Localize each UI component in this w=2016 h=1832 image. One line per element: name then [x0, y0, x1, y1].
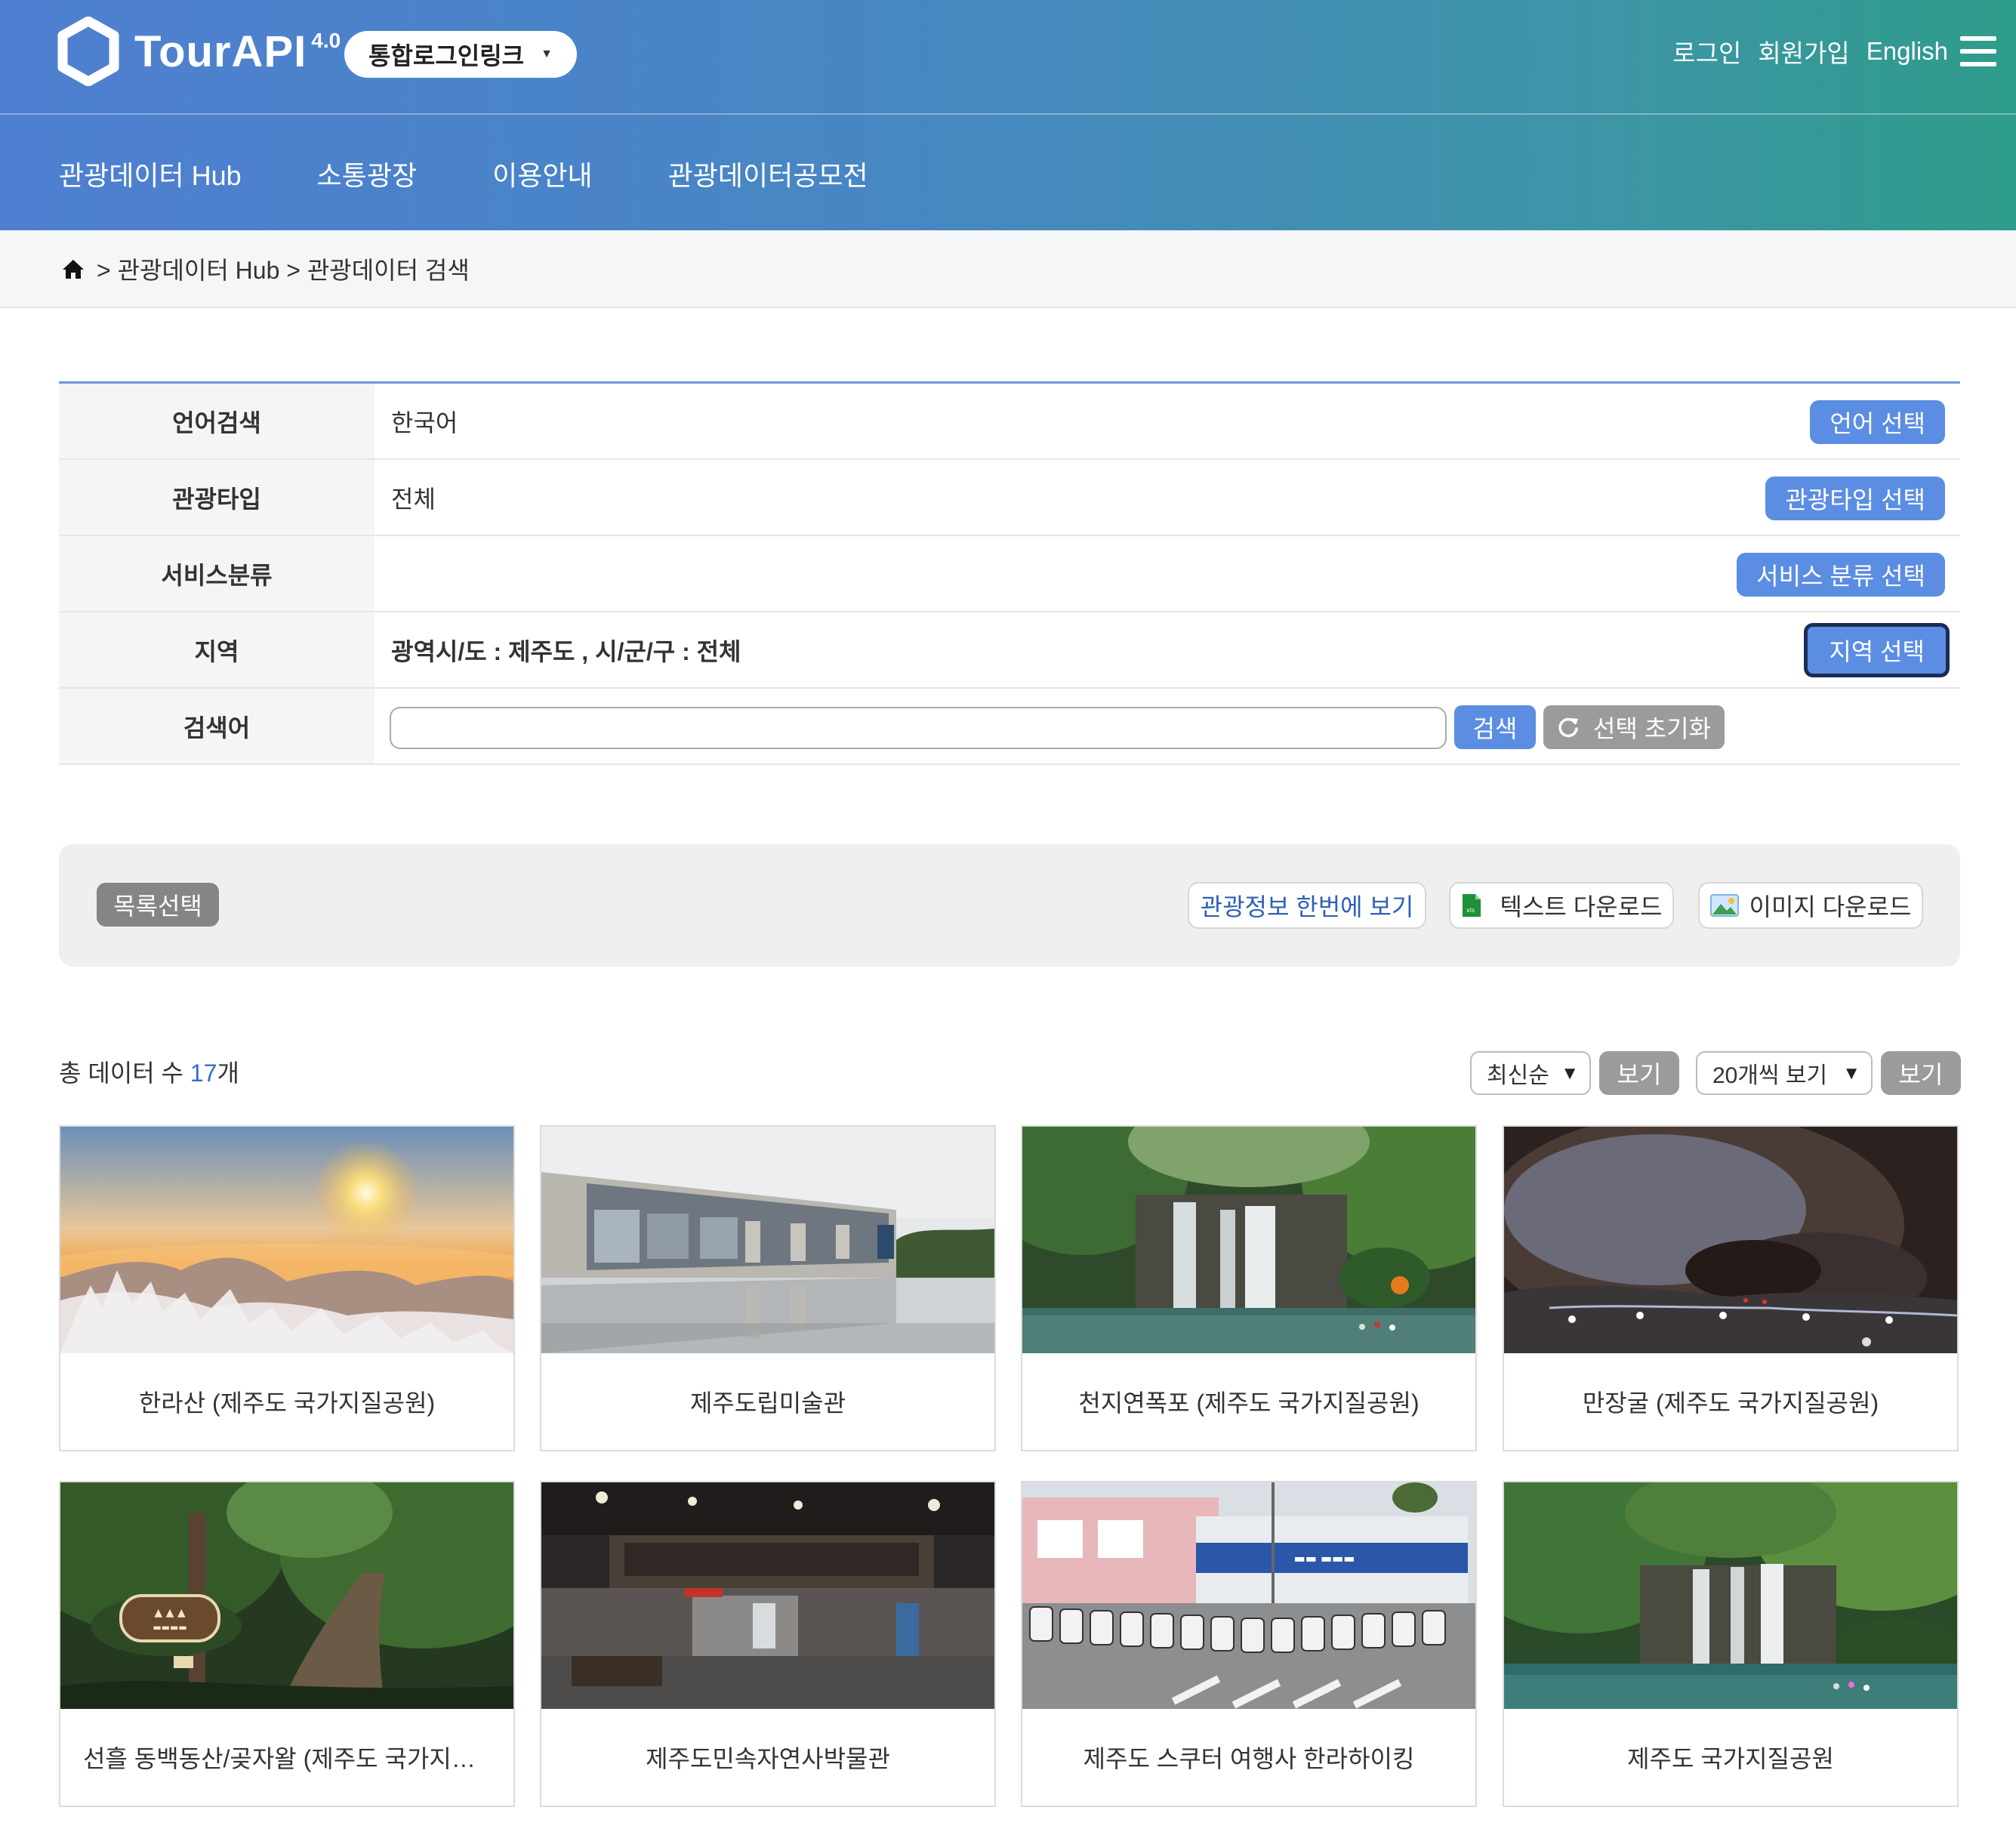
form-label: 서비스분류 [59, 536, 375, 611]
tour-type-select-button[interactable]: 관광타입 선택 [1765, 477, 1945, 520]
nav-item-data-hub[interactable]: 관광데이터 Hub [59, 154, 242, 193]
search-button[interactable]: 검색 [1454, 705, 1536, 749]
form-row-tour-type: 관광타입 전체 관광타입 선택 [59, 460, 1960, 536]
caret-down-icon: ▼ [1842, 1063, 1860, 1084]
museum-reflecting-pool-image [541, 1127, 994, 1353]
hexagon-logo-icon [57, 17, 119, 86]
tour-card[interactable]: ▲ ▲ ▲ ▬▬▬▬ 선흘 동백동산/곶자왈 (제주도 국가지질공원) [59, 1481, 515, 1807]
sort-view-button[interactable]: 보기 [1599, 1051, 1679, 1095]
language-select-button[interactable]: 언어 선택 [1810, 400, 1945, 444]
svg-text:▬▬ ▬▬▬: ▬▬ ▬▬▬ [1294, 1551, 1355, 1565]
form-row-region: 지역 광역시/도 : 제주도 , 시/군/구 : 전체 지역 선택 [59, 612, 1960, 689]
page-size-view-button[interactable]: 보기 [1881, 1051, 1961, 1095]
museum-interior-image [541, 1482, 994, 1709]
nav-item-contest[interactable]: 관광데이터공모전 [668, 154, 868, 193]
nav-item-community[interactable]: 소통광장 [317, 154, 417, 193]
excel-file-icon: xls [1462, 894, 1481, 917]
image-download-label: 이미지 다운로드 [1749, 893, 1912, 921]
image-download-button[interactable]: 이미지 다운로드 [1698, 882, 1923, 929]
card-title: 제주도 스쿠터 여행사 한라하이킹 [1083, 1745, 1415, 1772]
view-all-info-button[interactable]: 관광정보 한번에 보기 [1188, 882, 1426, 929]
scooter-rental-shop-image: ▬▬ ▬▬▬ [1022, 1482, 1475, 1709]
caret-down-icon: ▼ [541, 48, 553, 60]
language-value: 한국어 [391, 409, 458, 436]
main-nav: 관광데이터 Hub 소통광장 이용안내 관광데이터공모전 [0, 116, 2016, 230]
sso-link-dropdown[interactable]: 통합로그인링크 ▼ [344, 31, 577, 78]
card-title: 제주도민속자연사박물관 [646, 1745, 890, 1772]
tour-card[interactable]: 천지연폭포 (제주도 국가지질공원) [1021, 1125, 1477, 1451]
svg-text:xls: xls [1466, 907, 1475, 914]
card-title: 제주도립미술관 [689, 1389, 846, 1417]
lava-cave-image [1504, 1127, 1957, 1353]
logo-version: 4.0 [311, 29, 341, 52]
sunrise-over-clouds-image [60, 1127, 513, 1353]
total-count-text: 총 데이터 수 17개 [59, 1054, 239, 1089]
card-title: 만장굴 (제주도 국가지질공원) [1582, 1389, 1879, 1417]
region-value: 광역시/도 : 제주도 , 시/군/구 : 전체 [391, 637, 741, 665]
sso-link-label: 통합로그인링크 [368, 42, 525, 69]
image-file-icon [1709, 894, 1739, 917]
card-title: 천지연폭포 (제주도 국가지질공원) [1078, 1389, 1420, 1417]
nav-item-guide[interactable]: 이용안내 [492, 154, 592, 193]
region-select-button[interactable]: 지역 선택 [1804, 623, 1950, 677]
breadcrumb-path: > 관광데이터 Hub > 관광데이터 검색 [97, 256, 470, 284]
list-action-bar: 목록선택 관광정보 한번에 보기 xls 텍스트 다운로드 이미지 다운로드 [59, 844, 1960, 967]
page-size-select[interactable]: 20개씩 보기 ▼ [1696, 1051, 1873, 1095]
top-bar: TourAPI 4.0 통합로그인링크 ▼ 로그인 회원가입 English [0, 0, 2016, 115]
total-suffix: 개 [217, 1059, 239, 1087]
form-row-service-category: 서비스분류 서비스 분류 선택 [59, 536, 1960, 612]
refresh-icon [1558, 717, 1578, 738]
tour-card[interactable]: 한라산 (제주도 국가지질공원) [59, 1125, 515, 1451]
sort-order-value: 최신순 [1487, 1063, 1549, 1088]
tour-card[interactable]: 제주도 국가지질공원 [1503, 1481, 1959, 1807]
breadcrumb: > 관광데이터 Hub > 관광데이터 검색 [0, 230, 2016, 308]
list-select-button[interactable]: 목록선택 [97, 883, 219, 927]
total-prefix: 총 데이터 수 [59, 1059, 190, 1087]
forest-trail-sign-image: ▲ ▲ ▲ ▬▬▬▬ [60, 1482, 513, 1709]
form-label: 관광타입 [59, 460, 375, 535]
tour-card[interactable]: ▬▬ ▬▬▬ 제주도 스쿠터 여행사 한라하이킹 [1021, 1481, 1477, 1807]
logo-text: TourAPI [134, 26, 307, 76]
signup-link[interactable]: 회원가입 [1758, 33, 1849, 69]
site-logo[interactable]: TourAPI 4.0 [57, 15, 341, 88]
form-label: 언어검색 [59, 384, 375, 458]
home-icon[interactable] [62, 258, 85, 279]
tour-type-value: 전체 [391, 485, 436, 513]
card-title: 제주도 국가지질공원 [1627, 1745, 1834, 1772]
search-form: 언어검색 한국어 언어 선택 관광타입 전체 관광타입 선택 서비스분류 서비스… [59, 381, 1960, 765]
english-link[interactable]: English [1866, 37, 1948, 66]
svg-text:▬▬▬▬: ▬▬▬▬ [153, 1622, 186, 1633]
total-count-number: 17 [190, 1059, 217, 1087]
search-input[interactable] [390, 707, 1447, 749]
tour-card[interactable]: 만장굴 (제주도 국가지질공원) [1503, 1125, 1959, 1451]
form-label: 지역 [59, 612, 375, 687]
utility-links: 로그인 회원가입 English [1656, 30, 1948, 72]
form-row-language: 언어검색 한국어 언어 선택 [59, 384, 1960, 460]
reset-selection-button[interactable]: 선택 초기화 [1543, 705, 1725, 749]
tour-card[interactable]: 제주도민속자연사박물관 [540, 1481, 996, 1807]
waterfall-pool-image [1504, 1482, 1957, 1709]
page-size-value: 20개씩 보기 [1712, 1063, 1828, 1088]
card-title: 한라산 (제주도 국가지질공원) [138, 1389, 436, 1417]
waterfall-forest-image [1022, 1127, 1475, 1353]
hamburger-menu-icon[interactable] [1960, 36, 1996, 66]
form-label: 검색어 [59, 689, 375, 763]
text-download-button[interactable]: xls 텍스트 다운로드 [1449, 882, 1674, 929]
svg-text:▲ ▲ ▲: ▲ ▲ ▲ [154, 1607, 185, 1619]
caret-down-icon: ▼ [1561, 1063, 1579, 1084]
sort-order-select[interactable]: 최신순 ▼ [1470, 1051, 1591, 1095]
site-header: TourAPI 4.0 통합로그인링크 ▼ 로그인 회원가입 English 관… [0, 0, 2016, 230]
login-link[interactable]: 로그인 [1672, 33, 1741, 69]
tour-card[interactable]: 제주도립미술관 [540, 1125, 996, 1451]
text-download-label: 텍스트 다운로드 [1500, 893, 1663, 921]
form-row-keyword: 검색어 검색 선택 초기화 [59, 689, 1960, 765]
service-category-select-button[interactable]: 서비스 분류 선택 [1737, 553, 1945, 597]
card-title: 선흘 동백동산/곶자왈 (제주도 국가지질공원) [83, 1745, 491, 1772]
reset-selection-label: 선택 초기화 [1592, 715, 1712, 742]
